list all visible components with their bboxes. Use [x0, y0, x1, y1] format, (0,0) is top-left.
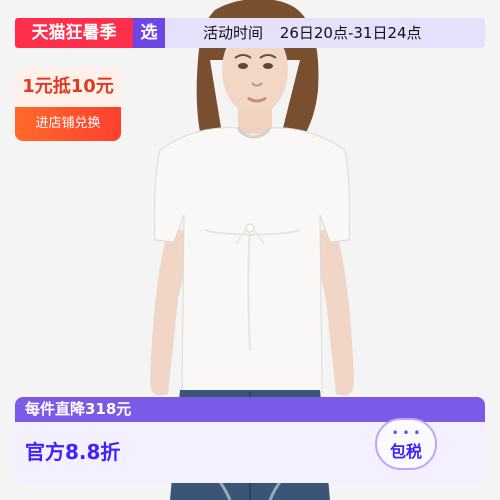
- event-label: 活动时间: [203, 24, 264, 42]
- event-time: 26日20点-31日24点: [279, 24, 422, 42]
- promo-header: 天猫狂暑季 选 活动时间 26日20点-31日24点: [0, 0, 500, 60]
- select-tag: 选: [133, 18, 165, 48]
- coupon-amount: 1元抵10元: [15, 67, 121, 107]
- badge-dots: • • •: [391, 426, 421, 440]
- tax-included-badge: • • • 包税: [375, 418, 437, 470]
- tmall-sale-tag: 天猫狂暑季: [15, 18, 133, 48]
- event-time-pill: 活动时间 26日20点-31日24点: [165, 18, 485, 48]
- tax-badge-text: 包税: [389, 442, 422, 461]
- coupon-redeem-button[interactable]: 进店铺兑换: [15, 107, 121, 141]
- coupon-card[interactable]: 1元抵10元 进店铺兑换: [15, 67, 121, 141]
